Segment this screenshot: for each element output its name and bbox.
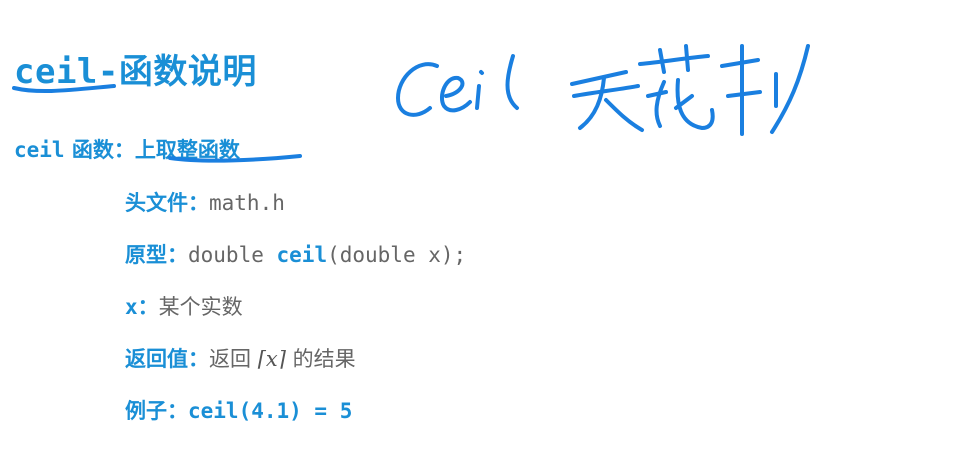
param-sep: ： — [137, 295, 159, 319]
page-title: ceil-函数说明 — [14, 44, 257, 93]
example-line: 例子：ceil(4.1) = 5 — [125, 395, 352, 425]
title-rest: 函数说明 — [118, 52, 257, 92]
hand-tian-4 — [604, 98, 644, 132]
title-func: ceil- — [14, 52, 119, 92]
hand-tian-3 — [578, 76, 606, 130]
hand-hua-6 — [675, 78, 715, 130]
example-label: 例子： — [125, 399, 188, 423]
hand-letter-c — [396, 62, 439, 117]
hand-hua-1 — [638, 54, 710, 66]
header-file-line: 头文件：math.h — [125, 187, 285, 217]
hand-hua-4 — [654, 80, 666, 128]
hand-tian-2 — [572, 84, 640, 98]
return-suffix: 的结果 — [285, 347, 356, 371]
definition-label: 函数： — [64, 138, 135, 162]
example-value: ceil(4.1) = 5 — [188, 399, 353, 423]
hand-ban-1 — [720, 58, 760, 68]
hand-hua-5 — [646, 90, 668, 98]
definition-func: ceil — [14, 138, 65, 162]
hand-letter-i-dot — [479, 70, 484, 75]
hand-hua-3 — [684, 44, 690, 72]
hand-letter-e — [439, 75, 472, 113]
definition-line: ceil 函数：上取整函数 — [14, 134, 240, 164]
hand-ban-3 — [726, 90, 762, 98]
hand-tian-1 — [570, 70, 628, 86]
hand-ban-5 — [770, 44, 810, 134]
param-value: 某个实数 — [158, 295, 243, 319]
param-line: x：某个实数 — [125, 291, 243, 321]
header-file-value: math.h — [209, 191, 285, 215]
hand-hua-7 — [674, 94, 694, 110]
prototype-func: ceil — [276, 243, 328, 267]
hand-hua-2 — [658, 48, 666, 74]
header-file-label: 头文件： — [125, 191, 209, 215]
prototype-line: 原型：double ceil(double x); — [125, 239, 466, 269]
return-label: 返回值： — [125, 347, 209, 371]
return-prefix: 返回 — [209, 347, 258, 371]
param-label: x — [125, 295, 138, 319]
hand-letter-i-stem — [475, 84, 481, 110]
return-line: 返回值：返回 ⌈x⌉ 的结果 — [125, 343, 356, 373]
definition-value: 上取整函数 — [134, 138, 240, 162]
prototype-label: 原型： — [125, 243, 188, 267]
prototype-after: (double x); — [327, 243, 467, 267]
return-expr: ⌈x⌉ — [257, 347, 286, 371]
prototype-before: double — [188, 243, 277, 267]
hand-letter-l — [505, 54, 519, 110]
